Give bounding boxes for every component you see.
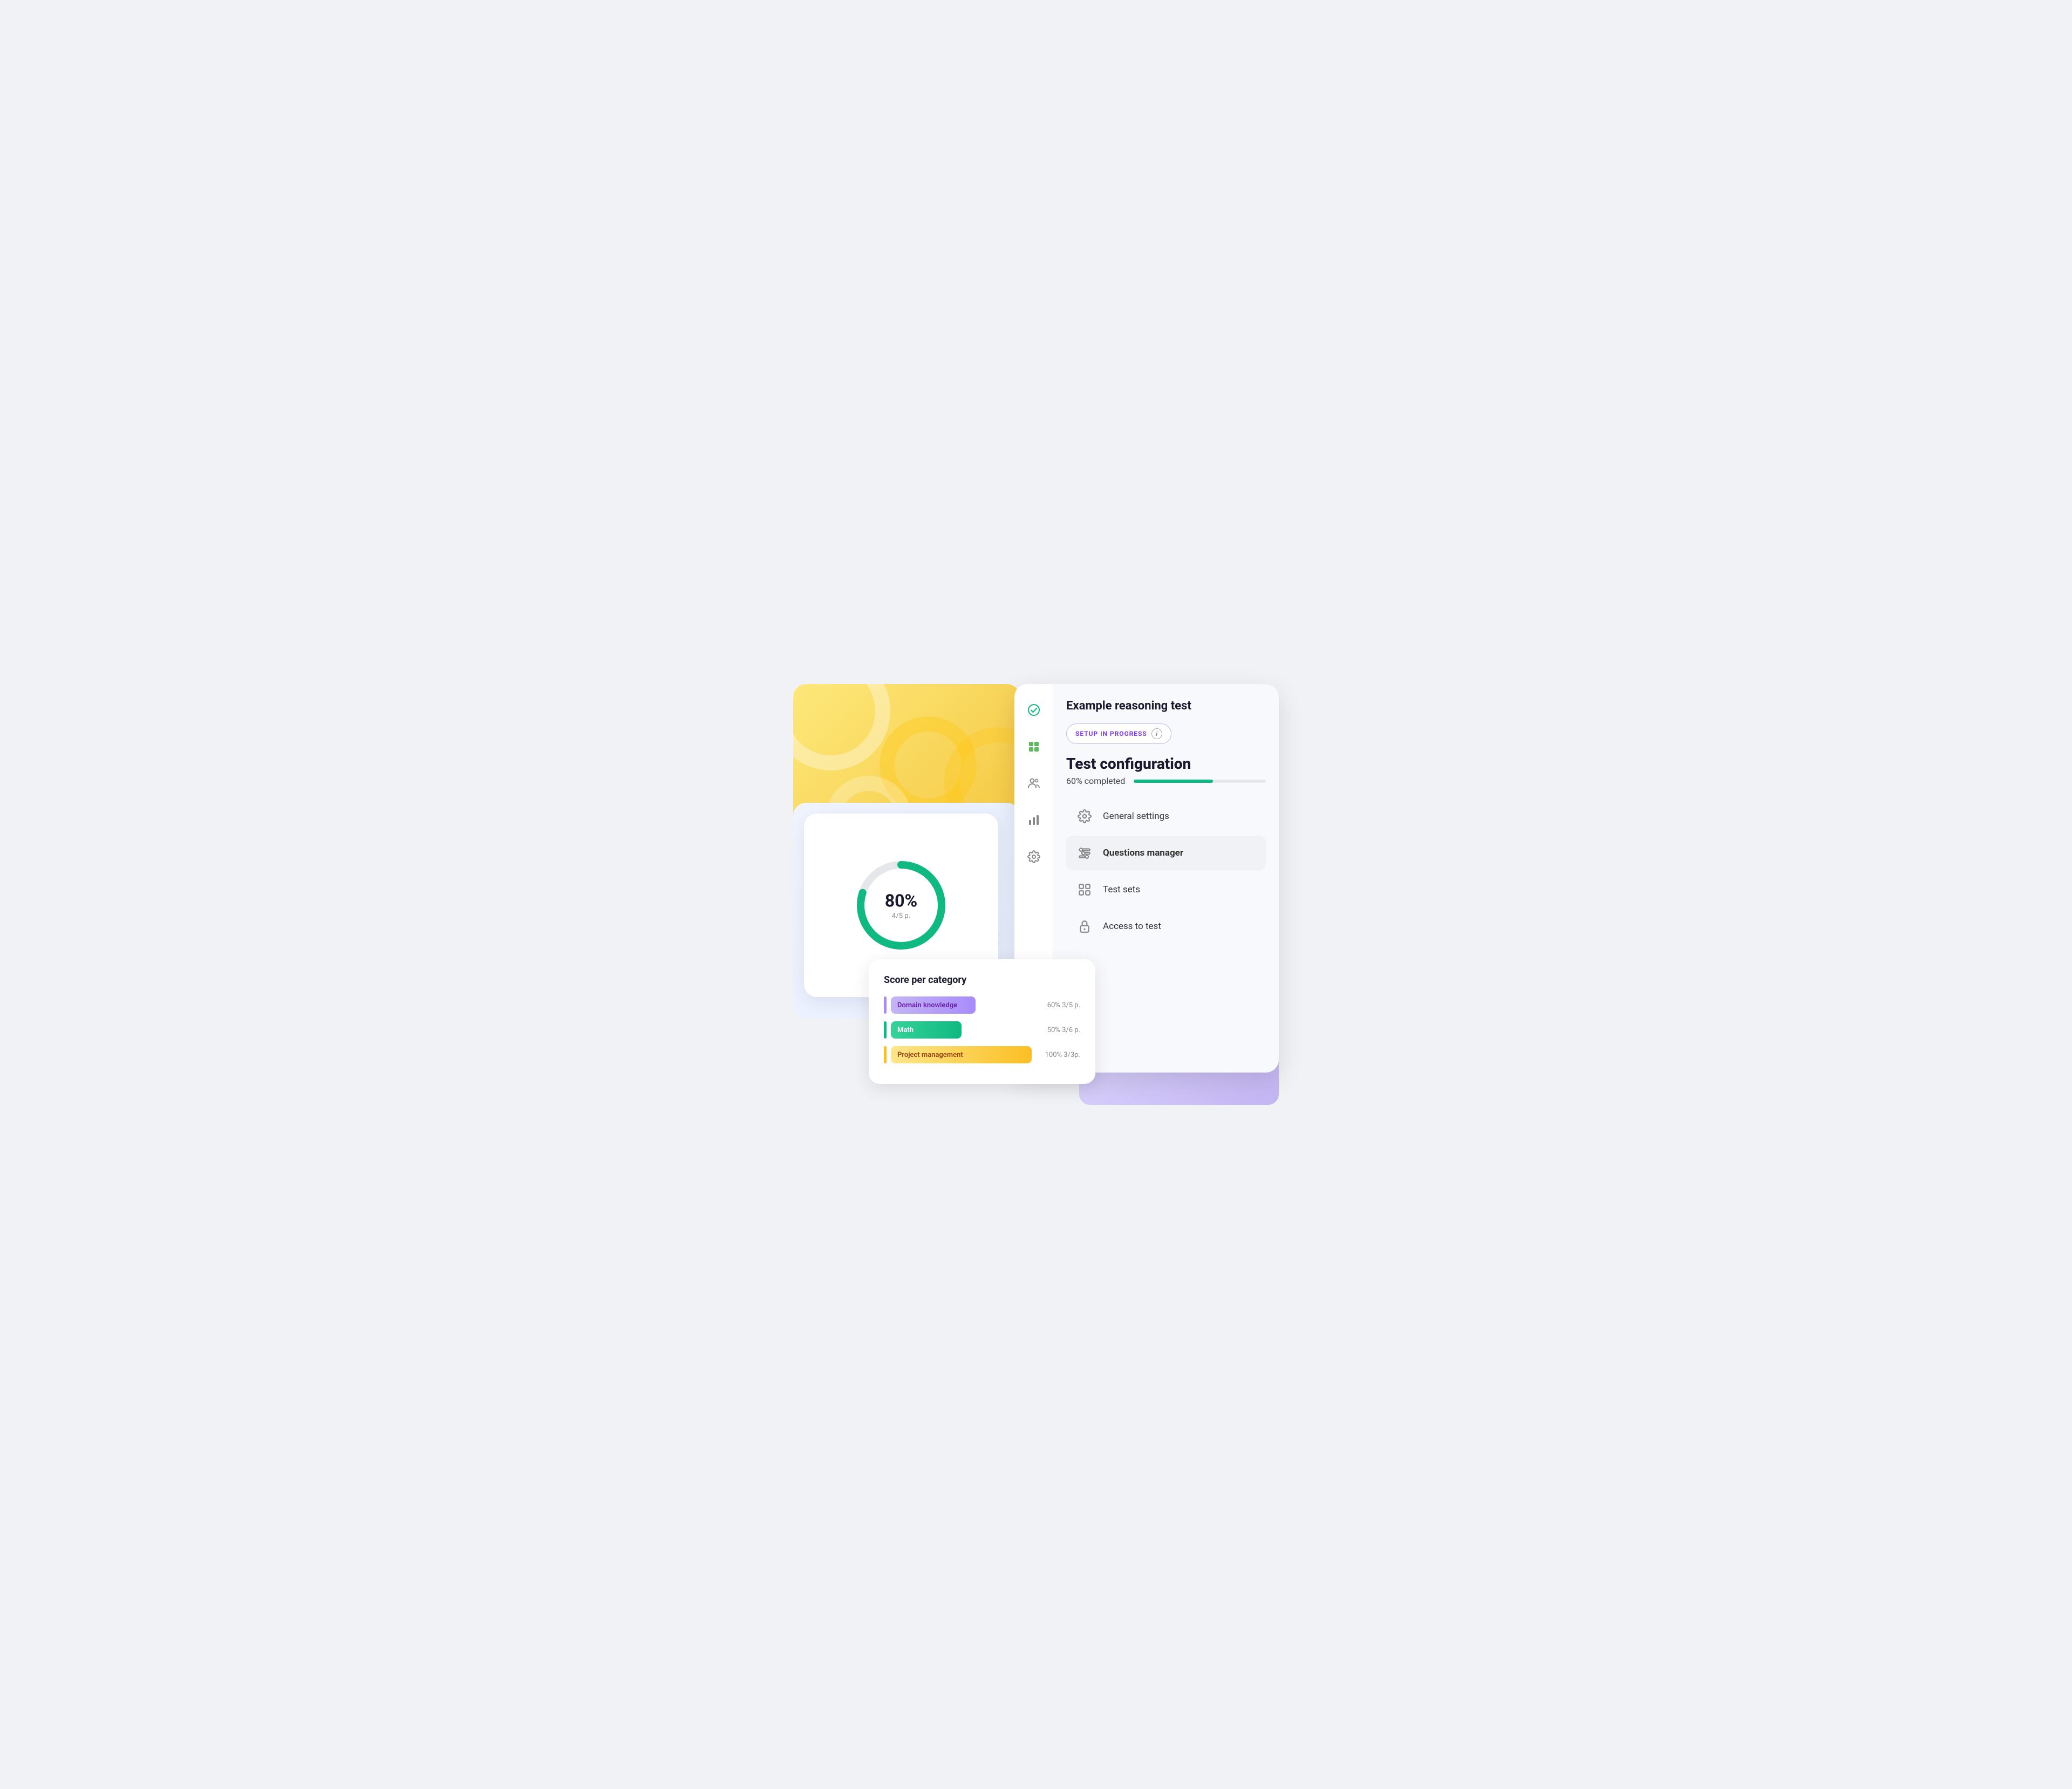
category-stats-domain: 60% 3/5 p. [1037, 1001, 1080, 1009]
donut-chart: 80% 4/5 p. [853, 857, 950, 954]
category-bar-fill-domain: Domain knowledge [891, 996, 976, 1014]
menu-item-label-general: General settings [1103, 811, 1169, 822]
squiggle-1 [793, 684, 890, 770]
menu-item-access-to-test[interactable]: Access to test [1066, 909, 1266, 944]
sidebar-icon-check[interactable] [1023, 699, 1045, 721]
sidebar-icon-chart[interactable] [1023, 809, 1045, 831]
category-name-domain: Domain knowledge [897, 1001, 957, 1009]
donut-score-label: 4/5 p. [885, 912, 917, 920]
progress-bar-bg [1134, 780, 1266, 783]
category-bar-bg-domain: Domain knowledge [891, 996, 1032, 1014]
category-color-bar-math [884, 1021, 887, 1039]
category-color-bar-project [884, 1046, 887, 1063]
grid-icon [1027, 740, 1040, 753]
menu-item-label-access: Access to test [1103, 921, 1161, 932]
category-stats-math: 50% 3/6 p. [1037, 1026, 1080, 1034]
category-row-project: Project management 100% 3/3p. [884, 1046, 1080, 1063]
donut-center: 80% 4/5 p. [885, 891, 917, 920]
category-row-math: Math 50% 3/6 p. [884, 1021, 1080, 1039]
menu-item-test-sets[interactable]: Test sets [1066, 872, 1266, 907]
chart-icon [1027, 814, 1040, 827]
status-badge-text: SETUP IN PROGRESS [1075, 730, 1147, 738]
grid-small-icon [1075, 880, 1094, 899]
category-name-math: Math [897, 1026, 914, 1034]
category-bar-wrap-math: Math [884, 1021, 1032, 1039]
menu-list: General settings Questio [1066, 799, 1266, 944]
sidebar-icon-users[interactable] [1023, 773, 1045, 794]
category-bar-fill-math: Math [891, 1021, 962, 1039]
category-bar-wrap-domain: Domain knowledge [884, 996, 1032, 1014]
sidebar-icon-grid[interactable] [1023, 736, 1045, 757]
sidebar-icon-settings[interactable] [1023, 846, 1045, 868]
sliders-icon [1075, 843, 1094, 863]
category-card-title: Score per category [884, 974, 1080, 986]
status-badge: SETUP IN PROGRESS i [1066, 723, 1171, 744]
category-card: Score per category Domain knowledge 60% … [869, 959, 1095, 1084]
category-bar-bg-math: Math [891, 1021, 1032, 1039]
progress-row: 60% completed [1066, 776, 1266, 786]
users-icon [1027, 777, 1040, 790]
category-bar-bg-project: Project management [891, 1046, 1032, 1063]
category-color-bar-domain [884, 996, 887, 1014]
info-icon[interactable]: i [1151, 728, 1162, 739]
lock-icon [1075, 917, 1094, 936]
check-circle-icon [1027, 704, 1040, 716]
category-stats-project: 100% 3/3p. [1037, 1051, 1080, 1059]
menu-item-general-settings[interactable]: General settings [1066, 799, 1266, 834]
menu-item-questions-manager[interactable]: Questions manager [1066, 836, 1266, 870]
progress-bar-fill [1134, 780, 1213, 783]
config-title: Test configuration [1066, 755, 1266, 773]
menu-item-label-questions: Questions manager [1103, 848, 1183, 858]
app-title: Example reasoning test [1066, 699, 1266, 713]
category-name-project: Project management [897, 1051, 963, 1059]
progress-text: 60% completed [1066, 776, 1125, 786]
donut-percent: 80% [885, 891, 917, 911]
gear-sidebar-icon [1027, 850, 1040, 863]
menu-item-label-test-sets: Test sets [1103, 884, 1140, 895]
main-container: 80% 4/5 p. Score per category Domain kno… [793, 684, 1279, 1105]
category-bar-fill-project: Project management [891, 1046, 1032, 1063]
category-row-domain: Domain knowledge 60% 3/5 p. [884, 996, 1080, 1014]
gear-icon [1075, 807, 1094, 826]
category-bar-wrap-project: Project management [884, 1046, 1032, 1063]
